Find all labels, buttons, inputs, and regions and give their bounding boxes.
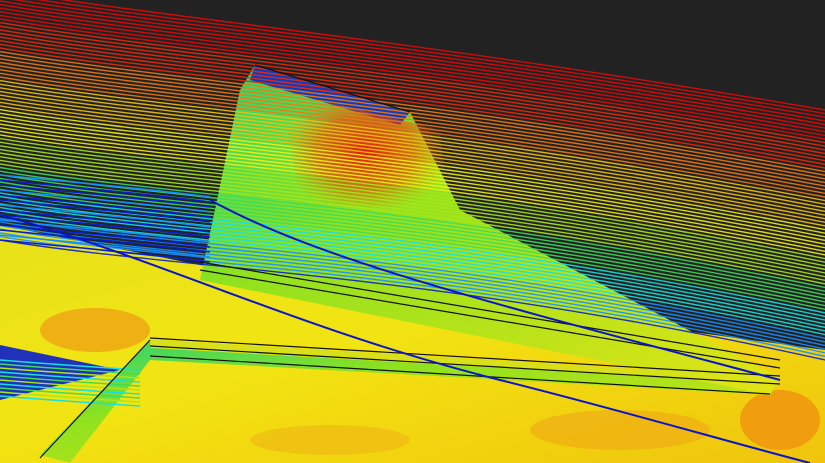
cfd-viewport bbox=[0, 0, 825, 463]
streamline-render bbox=[0, 0, 825, 463]
